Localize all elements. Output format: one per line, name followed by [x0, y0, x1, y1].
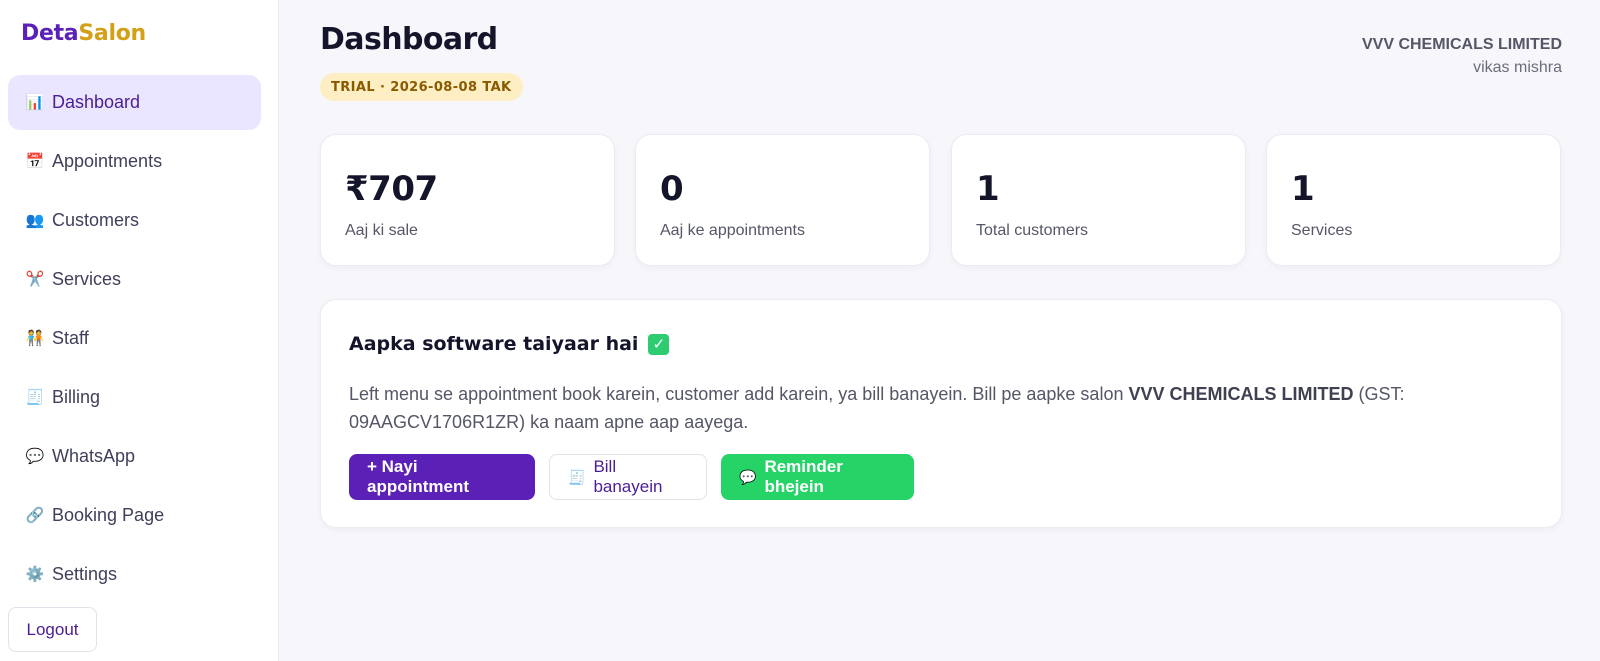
sidebar-item-whatsapp[interactable]: 💬 WhatsApp	[8, 429, 261, 484]
trial-badge: TRIAL · 2026-08-08 TAK	[320, 73, 523, 101]
sidebar-item-booking-page[interactable]: 🔗 Booking Page	[8, 488, 261, 543]
account-info: VVV CHEMICALS LIMITED vikas mishra	[1362, 36, 1562, 77]
sidebar-item-services[interactable]: ✂️ Services	[8, 252, 261, 307]
create-bill-label: Bill banayein	[593, 457, 663, 496]
receipt-icon: 🧾	[568, 468, 586, 485]
calendar-icon: 📅	[25, 153, 45, 170]
company-name: VVV CHEMICALS LIMITED	[1361, 36, 1562, 53]
stat-value: 0	[660, 169, 684, 209]
brand-part-1: Deta	[21, 21, 79, 46]
send-reminder-button[interactable]: 💬 Reminder bhejein	[721, 454, 914, 500]
stat-label: Total customers	[976, 222, 1089, 239]
action-buttons: + Nayi appointment 🧾 Bill banayein 💬 Rem…	[349, 454, 928, 500]
info-text: Left menu se appointment book karein, cu…	[349, 380, 1539, 436]
sidebar-item-label: Booking Page	[52, 505, 165, 525]
speech-bubble-icon: 💬	[25, 448, 45, 465]
info-title: Aapka software taiyaar hai ✓	[349, 333, 670, 355]
people-icon: 👥	[25, 212, 45, 229]
sidebar-item-billing[interactable]: 🧾 Billing	[8, 370, 261, 425]
staff-icon: 🧑‍🤝‍🧑	[25, 330, 45, 347]
page-title: Dashboard	[320, 22, 498, 57]
bar-chart-icon: 📊	[25, 94, 45, 111]
main-content: Dashboard TRIAL · 2026-08-08 TAK VVV CHE…	[320, 0, 1562, 661]
gear-icon: ⚙️	[25, 566, 45, 583]
sidebar-item-staff[interactable]: 🧑‍🤝‍🧑 Staff	[8, 311, 261, 366]
setup-info-card: Aapka software taiyaar hai ✓ Left menu s…	[320, 299, 1562, 528]
stat-card-appointments: 0 Aaj ke appointments	[635, 134, 930, 266]
stat-label: Aaj ki sale	[345, 222, 418, 239]
sidebar-nav: 📊 Dashboard 📅 Appointments 👥 Customers ✂…	[8, 75, 261, 606]
stat-value: 1	[1291, 169, 1315, 209]
checkmark-icon: ✓	[648, 333, 670, 355]
stat-value: 1	[976, 169, 1000, 209]
user-name: vikas mishra	[1473, 59, 1562, 76]
sidebar-item-label: Dashboard	[52, 92, 141, 112]
sidebar-item-dashboard[interactable]: 📊 Dashboard	[8, 75, 261, 130]
link-icon: 🔗	[25, 507, 45, 524]
scissors-icon: ✂️	[25, 271, 45, 288]
sidebar-item-settings[interactable]: ⚙️ Settings	[8, 547, 261, 602]
stats-row: ₹707 Aaj ki sale 0 Aaj ke appointments 1…	[320, 134, 1562, 266]
sidebar-item-label: Billing	[52, 387, 101, 407]
stat-value: ₹707	[345, 169, 438, 209]
sidebar-item-label: Services	[52, 269, 122, 289]
stat-card-services: 1 Services	[1266, 134, 1561, 266]
create-bill-button[interactable]: 🧾 Bill banayein	[549, 454, 707, 500]
sidebar-item-label: Appointments	[52, 151, 163, 171]
sidebar-item-customers[interactable]: 👥 Customers	[8, 193, 261, 248]
info-text-before: Left menu se appointment book karein, cu…	[349, 384, 1129, 404]
receipt-icon: 🧾	[25, 389, 45, 406]
sidebar-item-label: Customers	[52, 210, 140, 230]
sidebar: DetaSalon 📊 Dashboard 📅 Appointments 👥 C…	[0, 0, 279, 661]
info-company-name: VVV CHEMICALS LIMITED	[1128, 384, 1354, 404]
send-reminder-label: Reminder bhejein	[764, 457, 843, 496]
stat-card-sales: ₹707 Aaj ki sale	[320, 134, 615, 266]
brand-logo[interactable]: DetaSalon	[21, 21, 146, 46]
new-appointment-button[interactable]: + Nayi appointment	[349, 454, 535, 500]
stat-card-customers: 1 Total customers	[951, 134, 1246, 266]
logout-button[interactable]: Logout	[8, 607, 97, 652]
sidebar-item-label: WhatsApp	[52, 446, 136, 466]
stat-label: Services	[1291, 222, 1353, 239]
sidebar-item-label: Settings	[52, 564, 118, 584]
stat-label: Aaj ke appointments	[660, 222, 805, 239]
brand-part-2: Salon	[78, 21, 146, 46]
info-title-text: Aapka software taiyaar hai	[349, 333, 639, 355]
sidebar-item-appointments[interactable]: 📅 Appointments	[8, 134, 261, 189]
sidebar-item-label: Staff	[52, 328, 89, 348]
speech-bubble-icon: 💬	[739, 468, 757, 485]
